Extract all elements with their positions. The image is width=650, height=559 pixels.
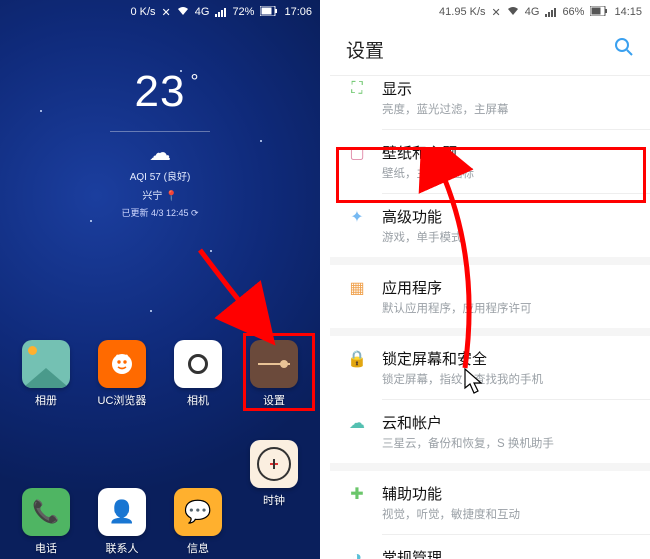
- display-icon: ⛶: [346, 78, 368, 100]
- item-title: 应用程序: [382, 277, 634, 298]
- gallery-icon: [22, 340, 70, 388]
- aqi-text: AQI 57 (良好): [0, 168, 320, 183]
- item-title: 常规管理: [382, 547, 634, 559]
- item-sub: 游戏，单手模式: [382, 229, 634, 245]
- cloud-icon: ☁: [346, 412, 368, 434]
- search-icon[interactable]: [614, 37, 634, 62]
- app-label: 相册: [35, 392, 57, 408]
- settings-item-wallpaper[interactable]: ▢ 壁纸和主题 壁纸，主题，图标: [330, 130, 650, 193]
- settings-icon: [250, 340, 298, 388]
- network-type: 4G: [525, 6, 540, 18]
- item-title: 云和帐户: [382, 412, 634, 433]
- city-name: 兴宁: [142, 191, 162, 202]
- temperature: 23: [135, 67, 186, 116]
- settings-item-display[interactable]: ⛶ 显示 亮度，蓝光过滤，主屏幕: [330, 78, 650, 129]
- app-label: 信息: [187, 540, 209, 556]
- maintenance-icon: ◑: [346, 547, 368, 559]
- battery-percent: 72%: [232, 6, 254, 18]
- app-label: UC浏览器: [98, 392, 147, 408]
- refresh-icon: ⟳: [191, 208, 199, 218]
- wifi-icon: [177, 6, 189, 19]
- dock-phone[interactable]: 📞 电话: [14, 488, 78, 556]
- contacts-icon: 👤: [98, 488, 146, 536]
- status-bar-right: 41.95 K/s ✕ 4G 66% 14:15: [330, 0, 650, 24]
- messages-icon: 💬: [174, 488, 222, 536]
- dock-messages[interactable]: 💬 信息: [166, 488, 230, 556]
- accessibility-icon: ✚: [346, 483, 368, 505]
- item-title: 高级功能: [382, 206, 634, 227]
- clock-icon: [250, 440, 298, 488]
- app-label: 联系人: [106, 540, 139, 556]
- settings-item-maintenance[interactable]: ◑ 常规管理 电池，语言和输入，日期和时间，重置: [330, 535, 650, 559]
- settings-item-lock[interactable]: 🔒 锁定屏幕和安全 锁定屏幕，指纹，查找我的手机: [330, 336, 650, 399]
- home-screen: 0 K/s ✕ 4G 72% 17:06 23° ☁ AQI 57 (良好) 兴…: [0, 0, 320, 559]
- app-camera[interactable]: 相机: [166, 340, 230, 408]
- network-type: 4G: [195, 6, 210, 18]
- settings-item-accessibility[interactable]: ✚ 辅助功能 视觉，听觉，敏捷度和互动: [330, 471, 650, 534]
- app-label: 相机: [187, 392, 209, 408]
- camera-icon: [174, 340, 222, 388]
- item-title: 辅助功能: [382, 483, 634, 504]
- settings-title: 设置: [346, 36, 384, 63]
- app-label: 电话: [35, 540, 57, 556]
- clock-time: 17:06: [284, 6, 312, 18]
- item-sub: 壁纸，主题，图标: [382, 165, 634, 181]
- battery-percent: 66%: [562, 6, 584, 18]
- battery-icon: [260, 6, 278, 19]
- lock-icon: 🔒: [346, 348, 368, 370]
- signal-icon: [545, 7, 556, 17]
- item-title: 壁纸和主题: [382, 142, 634, 163]
- app-settings[interactable]: 设置: [242, 340, 306, 408]
- item-title: 锁定屏幕和安全: [382, 348, 634, 369]
- updated-text: 已更新 4/3 12:45: [121, 208, 188, 218]
- settings-screen: 41.95 K/s ✕ 4G 66% 14:15 设置 ⛶ 显示: [330, 0, 650, 559]
- mute-icon: ✕: [492, 6, 501, 19]
- item-sub: 默认应用程序，应用程序许可: [382, 300, 634, 316]
- settings-item-apps[interactable]: ▦ 应用程序 默认应用程序，应用程序许可: [330, 265, 650, 328]
- weather-icon: ☁: [0, 142, 320, 164]
- dock-contacts[interactable]: 👤 联系人: [90, 488, 154, 556]
- settings-item-cloud[interactable]: ☁ 云和帐户 三星云，备份和恢复，S 换机助手: [330, 400, 650, 463]
- item-sub: 三星云，备份和恢复，S 换机助手: [382, 435, 634, 451]
- net-speed: 0 K/s: [130, 6, 155, 18]
- signal-icon: [215, 7, 226, 17]
- wifi-icon: [507, 6, 519, 19]
- location-icon: 📍: [165, 191, 177, 202]
- phone-icon: 📞: [22, 488, 70, 536]
- uc-icon: [98, 340, 146, 388]
- battery-icon: [590, 6, 608, 19]
- item-sub: 亮度，蓝光过滤，主屏幕: [382, 101, 634, 117]
- status-bar-left: 0 K/s ✕ 4G 72% 17:06: [0, 0, 320, 24]
- net-speed: 41.95 K/s: [439, 6, 485, 18]
- settings-item-advanced[interactable]: ✦ 高级功能 游戏，单手模式: [330, 194, 650, 257]
- item-sub: 视觉，听觉，敏捷度和互动: [382, 506, 634, 522]
- item-sub: 锁定屏幕，指纹，查找我的手机: [382, 371, 634, 387]
- clock-time: 14:15: [614, 6, 642, 18]
- advanced-icon: ✦: [346, 206, 368, 228]
- weather-widget[interactable]: 23° ☁ AQI 57 (良好) 兴宁 📍 已更新 4/3 12:45 ⟳: [0, 67, 320, 219]
- mute-icon: ✕: [162, 6, 171, 19]
- item-title: 显示: [382, 78, 634, 99]
- app-gallery[interactable]: 相册: [14, 340, 78, 408]
- wallpaper-icon: ▢: [346, 142, 368, 164]
- app-uc-browser[interactable]: UC浏览器: [90, 340, 154, 408]
- apps-icon: ▦: [346, 277, 368, 299]
- app-label: 设置: [263, 392, 285, 408]
